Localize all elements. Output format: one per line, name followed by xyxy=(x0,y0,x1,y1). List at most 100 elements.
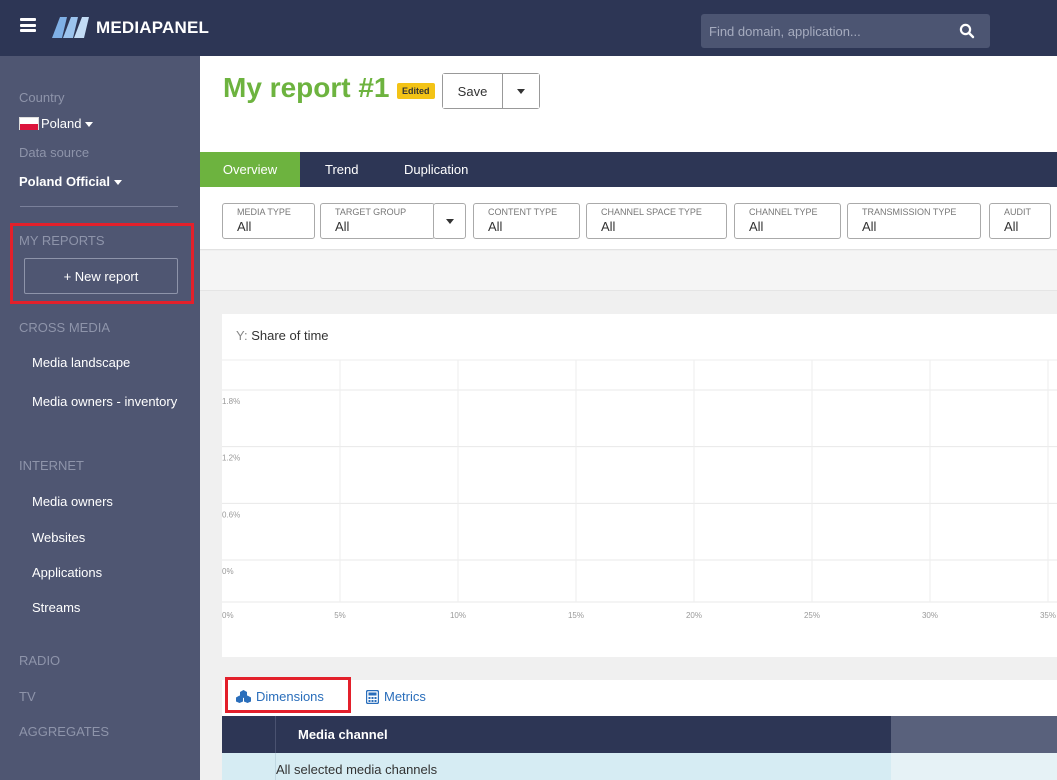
datasource-label: Data source xyxy=(19,145,90,160)
filter-value: All xyxy=(488,219,503,234)
x-tick-label: 30% xyxy=(922,611,938,620)
tab-duplication[interactable]: Duplication xyxy=(404,152,468,187)
sidebar-item-media-landscape[interactable]: Media landscape xyxy=(32,356,182,369)
save-button[interactable]: Save xyxy=(443,74,503,108)
section-my-reports: MY REPORTS xyxy=(19,233,105,248)
calculator-icon xyxy=(366,689,379,704)
save-options-button[interactable] xyxy=(503,74,539,108)
table-header: Media channel xyxy=(222,716,1057,753)
section-aggregates[interactable]: AGGREGATES xyxy=(19,724,109,739)
filter-label: TRANSMISSION TYPE xyxy=(862,207,957,217)
x-tick-label: 0% xyxy=(222,611,234,620)
row-select-cell[interactable] xyxy=(222,753,276,780)
sidebar-item-streams[interactable]: Streams xyxy=(32,601,182,614)
filter-value: All xyxy=(237,219,252,234)
main-content: My report #1 Edited Save Overview Trend … xyxy=(200,56,1057,780)
filter-label: MEDIA TYPE xyxy=(237,207,291,217)
report-header: My report #1 Edited Save xyxy=(200,56,1057,152)
search-input[interactable] xyxy=(709,21,954,41)
table-cell-metric xyxy=(891,753,1057,780)
chart-card: Y: Share of time 1.8% 1.2% 0.6% 0% 0% 5% 10% 15… xyxy=(222,314,1057,657)
column-header-media-channel[interactable]: Media channel xyxy=(298,727,388,742)
section-cross-media: CROSS MEDIA xyxy=(19,320,111,335)
x-tick-label: 35% xyxy=(1040,611,1056,620)
filter-media-type[interactable]: MEDIA TYPE All xyxy=(222,203,315,239)
tab-metrics[interactable]: Metrics xyxy=(366,689,426,704)
x-tick-label: 15% xyxy=(568,611,584,620)
filter-label: CHANNEL SPACE TYPE xyxy=(601,207,702,217)
country-label: Country xyxy=(19,90,65,105)
bottom-tabs: Dimensions Metrics xyxy=(222,677,1057,716)
tab-dimensions[interactable]: Dimensions xyxy=(236,689,324,704)
filter-channel-type[interactable]: CHANNEL TYPE All xyxy=(734,203,841,239)
page-title: My report #1 xyxy=(223,72,390,103)
tab-dimensions-label: Dimensions xyxy=(256,689,324,704)
filter-label: TARGET GROUP xyxy=(335,207,407,217)
sidebar: Country Poland Data source Poland Offici… xyxy=(0,56,200,780)
y-tick-label: 1.2% xyxy=(222,454,240,463)
filter-label: CONTENT TYPE xyxy=(488,207,558,217)
sidebar-item-websites[interactable]: Websites xyxy=(32,531,182,544)
chevron-down-icon xyxy=(114,180,123,186)
new-report-button[interactable]: + New report xyxy=(24,258,178,294)
y-tick-label: 1.8% xyxy=(222,397,240,406)
mediapanel-logo-icon xyxy=(52,17,89,38)
filter-label: AUDIT xyxy=(1004,207,1031,217)
filter-transmission-type[interactable]: TRANSMISSION TYPE All xyxy=(847,203,981,239)
y-tick-label: 0% xyxy=(222,567,234,576)
country-value: Poland xyxy=(41,116,82,131)
filter-value: All xyxy=(862,219,877,234)
tab-overview[interactable]: Overview xyxy=(200,152,300,187)
filter-audit[interactable]: AUDIT All xyxy=(989,203,1051,239)
sidebar-item-applications[interactable]: Applications xyxy=(32,566,182,579)
y-tick-label: 0.6% xyxy=(222,510,240,519)
top-header: MEDIAPANEL xyxy=(0,0,1057,56)
filter-label: CHANNEL TYPE xyxy=(749,207,818,217)
table-row[interactable]: All selected media channels xyxy=(222,753,1057,780)
report-tabs: Overview Trend Duplication xyxy=(200,152,1057,187)
filter-value: All xyxy=(601,219,616,234)
menu-icon[interactable] xyxy=(20,18,36,32)
filter-target-group[interactable]: TARGET GROUP All xyxy=(320,203,435,239)
filter-value: All xyxy=(749,219,764,234)
chevron-down-icon xyxy=(445,218,454,224)
section-radio[interactable]: RADIO xyxy=(19,653,60,668)
y-axis-prefix: Y: xyxy=(236,328,248,343)
filter-summary-strip xyxy=(200,251,1057,291)
x-tick-label: 10% xyxy=(450,611,466,620)
tab-metrics-label: Metrics xyxy=(384,689,426,704)
country-select[interactable]: Poland xyxy=(19,116,94,131)
filter-bar: MEDIA TYPE All TARGET GROUP All CONTENT … xyxy=(200,187,1057,250)
chart-plot: 1.8% 1.2% 0.6% 0% 0% 5% 10% 15% 20% 25% 30% 35% xyxy=(222,359,1057,620)
chevron-down-icon xyxy=(517,88,525,94)
logo-text: MEDIAPANEL xyxy=(96,18,210,37)
data-table: Media channel All selected media channel… xyxy=(222,716,1057,780)
select-column-header[interactable] xyxy=(222,716,276,753)
section-internet: INTERNET xyxy=(19,458,84,473)
column-header-metric[interactable] xyxy=(891,716,1057,753)
sidebar-item-media-owners[interactable]: Media owners xyxy=(32,495,182,508)
section-tv[interactable]: TV xyxy=(19,689,36,704)
save-button-group: Save xyxy=(442,73,540,109)
chevron-down-icon xyxy=(85,122,94,128)
table-cell-media-channel: All selected media channels xyxy=(276,762,438,777)
filter-channel-space-type[interactable]: CHANNEL SPACE TYPE All xyxy=(586,203,727,239)
x-tick-label: 25% xyxy=(804,611,820,620)
x-tick-label: 20% xyxy=(686,611,702,620)
filter-value: All xyxy=(1004,219,1019,234)
filter-value: All xyxy=(335,219,350,234)
sidebar-divider xyxy=(20,206,178,207)
tab-trend[interactable]: Trend xyxy=(325,152,358,187)
y-axis-label: Y: Share of time xyxy=(236,328,329,343)
sidebar-item-media-owners-inventory[interactable]: Media owners - inventory xyxy=(32,395,182,408)
search-box xyxy=(701,14,990,48)
filter-content-type[interactable]: CONTENT TYPE All xyxy=(473,203,580,239)
datasource-value: Poland Official xyxy=(19,174,111,189)
poland-flag-icon xyxy=(19,117,39,130)
y-axis-title: Share of time xyxy=(251,328,329,343)
target-group-dropdown-button[interactable] xyxy=(433,203,466,239)
datasource-select[interactable]: Poland Official xyxy=(19,174,123,189)
search-icon[interactable] xyxy=(959,23,975,39)
status-badge: Edited xyxy=(397,83,435,99)
x-tick-label: 5% xyxy=(334,611,346,620)
